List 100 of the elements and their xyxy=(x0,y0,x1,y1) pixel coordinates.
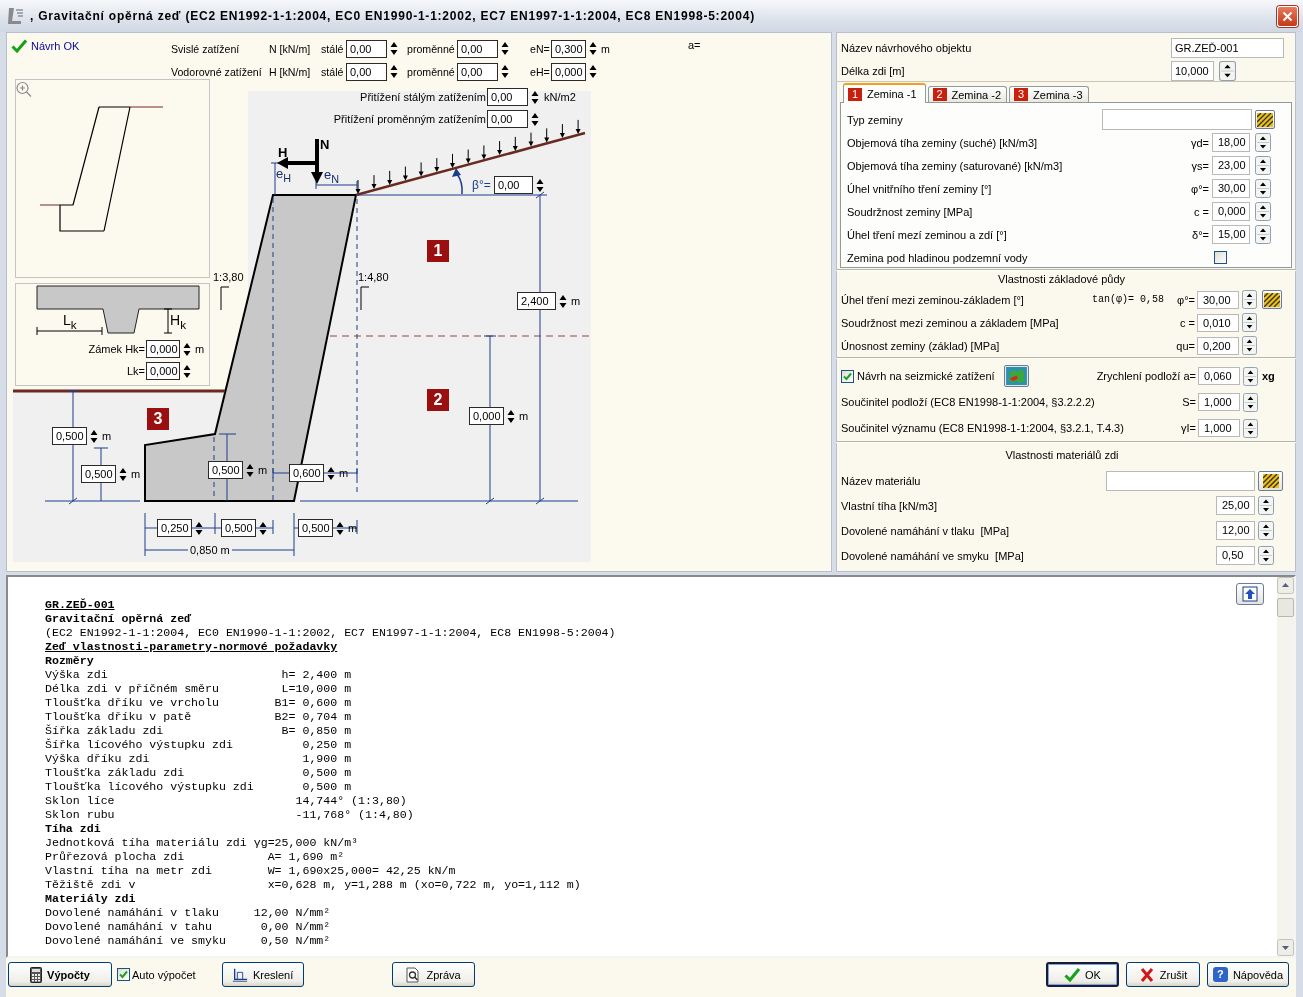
spin-button[interactable] xyxy=(1243,392,1258,412)
number-field[interactable]: 0,200 xyxy=(1197,336,1239,355)
number-field[interactable]: 0,300 xyxy=(551,39,586,58)
dimension-label: e$_{H}$ xyxy=(276,167,292,185)
spin-button[interactable] xyxy=(589,40,597,57)
checkbox[interactable] xyxy=(1214,251,1227,264)
quantity-label: N [kN/m] xyxy=(269,42,312,55)
dimension-field[interactable]: 0,500 xyxy=(298,519,333,537)
spin-button[interactable] xyxy=(1255,156,1271,175)
dimension-field[interactable]: 0,500 xyxy=(208,461,243,479)
number-field[interactable]: 0,00 xyxy=(457,62,498,81)
spin-button[interactable] xyxy=(1255,202,1271,221)
field-label: Typ zeminy xyxy=(847,113,904,126)
number-field[interactable]: 18,00 xyxy=(1212,133,1250,152)
report-line: (EC2 EN1992-1-1:2004, EC0 EN1990-1-1:2002, EC7 EN1997-1-1:2004, EC8 EN1998-5:2004) xyxy=(45,626,616,640)
number-field[interactable]: 1,000 xyxy=(1198,419,1240,437)
toolbar-button[interactable] xyxy=(1236,583,1264,605)
dimension-field[interactable]: 0,500 xyxy=(81,465,116,483)
number-field[interactable]: 0,00 xyxy=(346,39,387,58)
spin-button[interactable] xyxy=(1243,418,1258,438)
number-field[interactable]: 0,010 xyxy=(1197,313,1239,332)
picker-button[interactable] xyxy=(1255,110,1275,129)
number-field[interactable]: 0,000 xyxy=(1212,202,1250,221)
number-field[interactable]: 0,00 xyxy=(487,88,528,106)
spin-button[interactable] xyxy=(1255,179,1271,198)
number-field[interactable]: 0,00 xyxy=(457,39,498,58)
report-line: Jednotková tíha materiálu zdi γg=25,000 kN/m³ xyxy=(45,836,359,850)
calculate-button[interactable]: Výpočty xyxy=(8,962,112,987)
unit-label: xg xyxy=(1262,370,1275,382)
number-field[interactable]: 25,00 xyxy=(1216,496,1255,515)
field-label: Úhel vnitřního tření zeminy [°] xyxy=(847,182,993,195)
scroll-up-button[interactable] xyxy=(1277,577,1294,594)
number-field[interactable]: 23,00 xyxy=(1212,156,1250,175)
checkbox[interactable] xyxy=(117,968,130,981)
number-field[interactable]: 1,000 xyxy=(1198,393,1240,411)
number-field[interactable]: 0,000 xyxy=(551,62,586,81)
zoom-in-icon[interactable] xyxy=(16,81,32,98)
drawing-button[interactable]: Kreslení xyxy=(221,962,304,987)
text-field[interactable] xyxy=(1106,470,1255,491)
spin-button[interactable] xyxy=(1243,366,1258,386)
wall-icon xyxy=(6,6,26,26)
number-field[interactable]: 30,00 xyxy=(1212,179,1250,198)
tab[interactable]: 1 Zemina -1 xyxy=(843,83,926,103)
check-icon xyxy=(1064,966,1081,983)
number-field[interactable]: 0,000 xyxy=(146,362,180,380)
number-field[interactable]: 0,00 xyxy=(346,62,387,81)
number-field[interactable]: 12,00 xyxy=(1216,521,1255,540)
spin-button[interactable] xyxy=(1258,546,1274,565)
spin-button[interactable] xyxy=(1242,313,1257,332)
scrollbar-thumb[interactable] xyxy=(1277,598,1294,617)
spin-button[interactable] xyxy=(501,40,509,57)
field-label: a= xyxy=(688,39,701,51)
number-field[interactable]: 0,060 xyxy=(1198,367,1240,385)
text-field[interactable] xyxy=(1102,109,1252,130)
map-icon xyxy=(1005,367,1027,385)
dimension-field[interactable]: 0,500 xyxy=(221,519,256,537)
spin-button[interactable] xyxy=(1242,336,1257,355)
dimension-field[interactable]: 2,400 xyxy=(517,292,556,310)
scroll-down-button[interactable] xyxy=(1277,939,1294,956)
field-label: Svislé zatížení xyxy=(171,42,241,55)
cancel-button[interactable]: Zrušit xyxy=(1126,962,1200,987)
spin-button[interactable] xyxy=(1242,290,1257,309)
checkbox-label: Návrh na seizmické zatížení xyxy=(857,370,995,382)
number-field[interactable]: 15,00 xyxy=(1212,225,1250,244)
spin-button[interactable] xyxy=(1255,225,1271,244)
angle-field[interactable]: 0,00 xyxy=(494,176,533,194)
dimension-field[interactable]: 0,250 xyxy=(157,519,192,537)
dimension-field[interactable]: 0,000 xyxy=(469,407,504,425)
spin-button[interactable] xyxy=(1255,133,1271,152)
tab[interactable]: 2 Zemina -2 xyxy=(927,86,1008,102)
scrollbar[interactable] xyxy=(1277,577,1294,956)
map-button[interactable] xyxy=(1003,365,1029,387)
field-label: Součinitel významu (EC8 EN1998-1-1:2004, §3.2.1, T.4.3) xyxy=(841,422,1125,434)
tab[interactable]: 3 Zemina -3 xyxy=(1009,86,1089,102)
help-button[interactable]: ? Nápověda xyxy=(1207,962,1289,987)
symbol-label: γs= xyxy=(1191,159,1209,172)
number-field[interactable]: 30,00 xyxy=(1197,290,1239,309)
spin-button[interactable] xyxy=(501,63,509,80)
symbol-label: δ°= xyxy=(1192,228,1209,241)
spin-button[interactable] xyxy=(589,63,597,80)
spin-button[interactable] xyxy=(390,40,398,57)
spin-button[interactable] xyxy=(1219,60,1236,81)
picker-button[interactable] xyxy=(1262,290,1282,309)
spin-button[interactable] xyxy=(1258,521,1274,540)
spin-button[interactable] xyxy=(390,63,398,80)
close-button[interactable] xyxy=(1277,5,1298,27)
number-field[interactable]: 0,50 xyxy=(1216,546,1255,565)
ok-button[interactable]: OK xyxy=(1046,962,1119,987)
report-button[interactable]: Zpráva xyxy=(391,962,475,987)
number-field[interactable]: 10,000 xyxy=(1171,60,1214,81)
text-field[interactable]: GR.ZEĎ-001 xyxy=(1171,37,1284,58)
checkbox[interactable] xyxy=(841,369,854,383)
spin-button[interactable] xyxy=(1258,496,1274,515)
dimension-field[interactable]: 0,600 xyxy=(289,464,324,482)
number-field[interactable]: 0,00 xyxy=(487,110,528,128)
unit-label: m xyxy=(348,522,358,534)
picker-button[interactable] xyxy=(1258,470,1283,491)
number-field[interactable]: 0,000 xyxy=(146,340,180,358)
report-heading: Gravitační opěrná zeď xyxy=(45,612,192,626)
dimension-field[interactable]: 0,500 xyxy=(52,427,87,445)
